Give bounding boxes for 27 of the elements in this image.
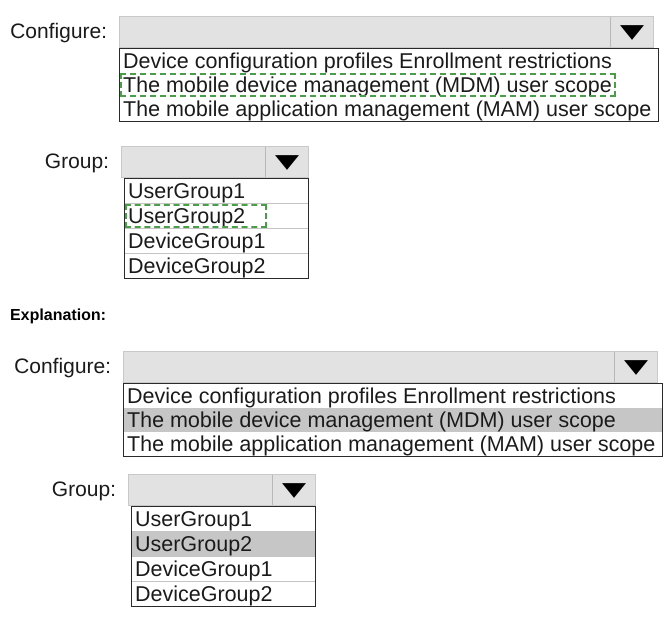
dropdown-option[interactable]: Device configuration profiles Enrollment restrictions: [124, 384, 662, 408]
dropdown-label: Configure:: [9, 19, 107, 45]
dropdown-option[interactable]: DeviceGroup2: [132, 582, 315, 606]
dropdown-option[interactable]: UserGroup1: [132, 507, 315, 531]
dropdown-option[interactable]: DeviceGroup1: [125, 229, 288, 253]
dropdown-option[interactable]: The mobile application management (MAM) user scope: [120, 97, 656, 121]
dropdown-option[interactable]: The mobile application management (MAM) user scope: [124, 432, 662, 456]
dropdown-option[interactable]: DeviceGroup1: [132, 557, 315, 581]
caret-icon: [275, 154, 299, 170]
dropdown-label: Group:: [44, 149, 109, 175]
dropdown-option[interactable]: UserGroup1: [125, 179, 268, 203]
caret-icon: [620, 24, 644, 40]
dropdown-option[interactable]: UserGroup2: [125, 204, 268, 228]
dropdown-label: Configure:: [13, 354, 111, 380]
caret-icon: [282, 482, 306, 498]
explanation-heading: Explanation:: [10, 307, 106, 325]
dropdown-option[interactable]: Device configuration profiles Enrollment restrictions: [120, 49, 616, 73]
dropdown-field[interactable]: [128, 474, 316, 506]
caret-icon: [624, 360, 648, 374]
dropdown-option[interactable]: UserGroup2: [132, 532, 315, 556]
dropdown-label: Group:: [50, 477, 116, 503]
dropdown-option[interactable]: The mobile device management (MDM) user scope: [120, 73, 616, 97]
dropdown-field[interactable]: [123, 351, 658, 383]
dropdown-option[interactable]: DeviceGroup2: [125, 254, 288, 278]
dropdown-option[interactable]: The mobile device management (MDM) user scope: [124, 408, 662, 432]
dropdown-field[interactable]: [119, 16, 654, 48]
dropdown-field[interactable]: [121, 146, 309, 178]
